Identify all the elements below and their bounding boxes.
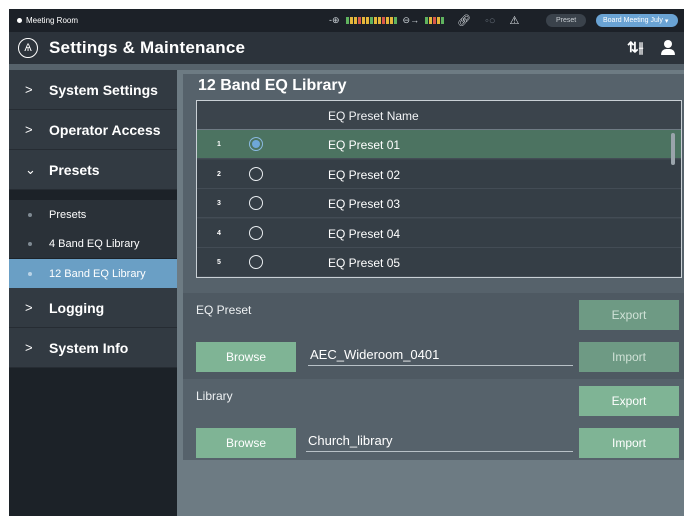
library-import-button[interactable]: Import bbox=[579, 428, 679, 458]
eq-preset-file-field[interactable]: AEC_Wideroom_0401 bbox=[308, 342, 573, 366]
section-title: 12 Band EQ Library bbox=[198, 77, 347, 94]
status-bar: Meeting Room -⊕ ⊖→ 🔗︎ ◦○ ⚠︎ Preset Board… bbox=[9, 9, 684, 32]
mute-icon: ◦○ bbox=[484, 14, 496, 27]
column-header-name: EQ Preset Name bbox=[328, 109, 419, 123]
row-radio[interactable] bbox=[249, 137, 263, 151]
chevron-right-icon: > bbox=[25, 340, 33, 355]
chevron-down-icon: ⌄ bbox=[25, 161, 36, 177]
sidebar-item-label: Operator Access bbox=[49, 121, 161, 138]
table-scrollbar[interactable] bbox=[671, 133, 675, 165]
sidebar-item-label: Presets bbox=[49, 161, 100, 178]
status-icons: 🔗︎ ◦○ ⚠︎ bbox=[457, 9, 519, 32]
link-icon: 🔗︎ bbox=[457, 15, 471, 27]
sidebar-subitem-label: Presets bbox=[49, 208, 87, 221]
row-name: EQ Preset 05 bbox=[328, 256, 401, 270]
sidebar-item-label: System Settings bbox=[49, 81, 158, 98]
sidebar-item-presets[interactable]: ⌄ Presets bbox=[9, 150, 177, 190]
row-name: EQ Preset 03 bbox=[328, 197, 401, 211]
sidebar-item-label: System Info bbox=[49, 339, 129, 356]
sidebar-subitem-12-band-eq[interactable]: 12 Band EQ Library bbox=[9, 259, 177, 288]
preset-label: Preset bbox=[546, 14, 587, 27]
room-name: Meeting Room bbox=[26, 16, 79, 25]
logo-icon: Ѧ bbox=[18, 38, 38, 58]
sidebar-subitem-label: 12 Band EQ Library bbox=[49, 267, 146, 280]
preset-dropdown[interactable]: Board Meeting July ▾ bbox=[596, 14, 678, 27]
sidebar-item-logging[interactable]: > Logging bbox=[9, 288, 177, 328]
input-icon: -⊕ bbox=[329, 15, 340, 25]
user-icon[interactable] bbox=[660, 38, 676, 56]
library-file-field[interactable]: Church_library bbox=[306, 428, 573, 452]
output-icon: ⊖→ bbox=[402, 15, 420, 25]
preset-value: Board Meeting July bbox=[603, 17, 663, 24]
library-section: Library Export Browse Church_library Imp… bbox=[183, 379, 684, 460]
main-content: 12 Band EQ Library EQ Preset Name 1 EQ P… bbox=[183, 74, 684, 460]
row-number: 2 bbox=[217, 171, 221, 178]
page-title: Settings & Maintenance bbox=[49, 38, 246, 57]
row-number: 5 bbox=[217, 259, 221, 266]
row-radio[interactable] bbox=[249, 196, 263, 210]
table-row[interactable]: 5 EQ Preset 05 bbox=[197, 248, 681, 277]
bullet-icon bbox=[28, 212, 32, 217]
library-browse-button[interactable]: Browse bbox=[196, 428, 296, 458]
output-meter bbox=[425, 17, 445, 24]
status-dot-icon bbox=[17, 18, 22, 23]
row-radio[interactable] bbox=[249, 255, 263, 269]
chevron-down-icon: ▾ bbox=[664, 17, 669, 25]
eq-preset-section: EQ Preset Export Browse AEC_Wideroom_040… bbox=[183, 293, 684, 379]
app-header: Ѧ Settings & Maintenance ⇅⫲ bbox=[9, 32, 684, 64]
table-row[interactable]: 1 EQ Preset 01 bbox=[197, 130, 681, 159]
input-meter bbox=[345, 17, 397, 24]
library-export-button[interactable]: Export bbox=[579, 386, 679, 416]
row-name: EQ Preset 01 bbox=[328, 138, 401, 152]
row-number: 3 bbox=[217, 200, 221, 207]
row-radio[interactable] bbox=[249, 226, 263, 240]
eq-preset-export-button[interactable]: Export bbox=[579, 300, 679, 330]
sidebar-subitem-4-band-eq[interactable]: 4 Band EQ Library bbox=[9, 229, 177, 258]
row-radio[interactable] bbox=[249, 167, 263, 181]
chevron-right-icon: > bbox=[25, 300, 33, 315]
row-number: 1 bbox=[217, 141, 221, 148]
table-header: EQ Preset Name bbox=[197, 101, 681, 130]
sidebar-item-system-info[interactable]: > System Info bbox=[9, 328, 177, 368]
eq-preset-browse-button[interactable]: Browse bbox=[196, 342, 296, 372]
row-number: 4 bbox=[217, 230, 221, 237]
sliders-icon[interactable]: ⇅⫲ bbox=[627, 39, 643, 56]
sidebar-subitem-presets[interactable]: Presets bbox=[9, 200, 177, 229]
app-frame: Meeting Room -⊕ ⊖→ 🔗︎ ◦○ ⚠︎ Preset Board… bbox=[9, 9, 684, 516]
warning-icon: ⚠︎ bbox=[509, 15, 520, 27]
bullet-icon bbox=[28, 271, 32, 276]
sidebar-item-system-settings[interactable]: > System Settings bbox=[9, 70, 177, 110]
bullet-icon bbox=[28, 241, 32, 246]
chevron-right-icon: > bbox=[25, 122, 33, 137]
sidebar: > System Settings > Operator Access ⌄ Pr… bbox=[9, 70, 177, 516]
row-name: EQ Preset 02 bbox=[328, 168, 401, 182]
table-row[interactable]: 2 EQ Preset 02 bbox=[197, 160, 681, 189]
audio-meters: -⊕ ⊖→ bbox=[329, 9, 445, 32]
eq-preset-table: EQ Preset Name 1 EQ Preset 01 2 EQ Prese… bbox=[196, 100, 682, 278]
eq-preset-label: EQ Preset bbox=[196, 303, 252, 317]
chevron-right-icon: > bbox=[25, 82, 33, 97]
table-row[interactable]: 3 EQ Preset 03 bbox=[197, 189, 681, 218]
eq-preset-import-button[interactable]: Import bbox=[579, 342, 679, 372]
sidebar-subitem-label: 4 Band EQ Library bbox=[49, 237, 140, 250]
table-row[interactable]: 4 EQ Preset 04 bbox=[197, 219, 681, 248]
row-name: EQ Preset 04 bbox=[328, 227, 401, 241]
sidebar-item-operator-access[interactable]: > Operator Access bbox=[9, 110, 177, 150]
sidebar-item-label: Logging bbox=[49, 299, 105, 316]
library-label: Library bbox=[196, 389, 233, 403]
